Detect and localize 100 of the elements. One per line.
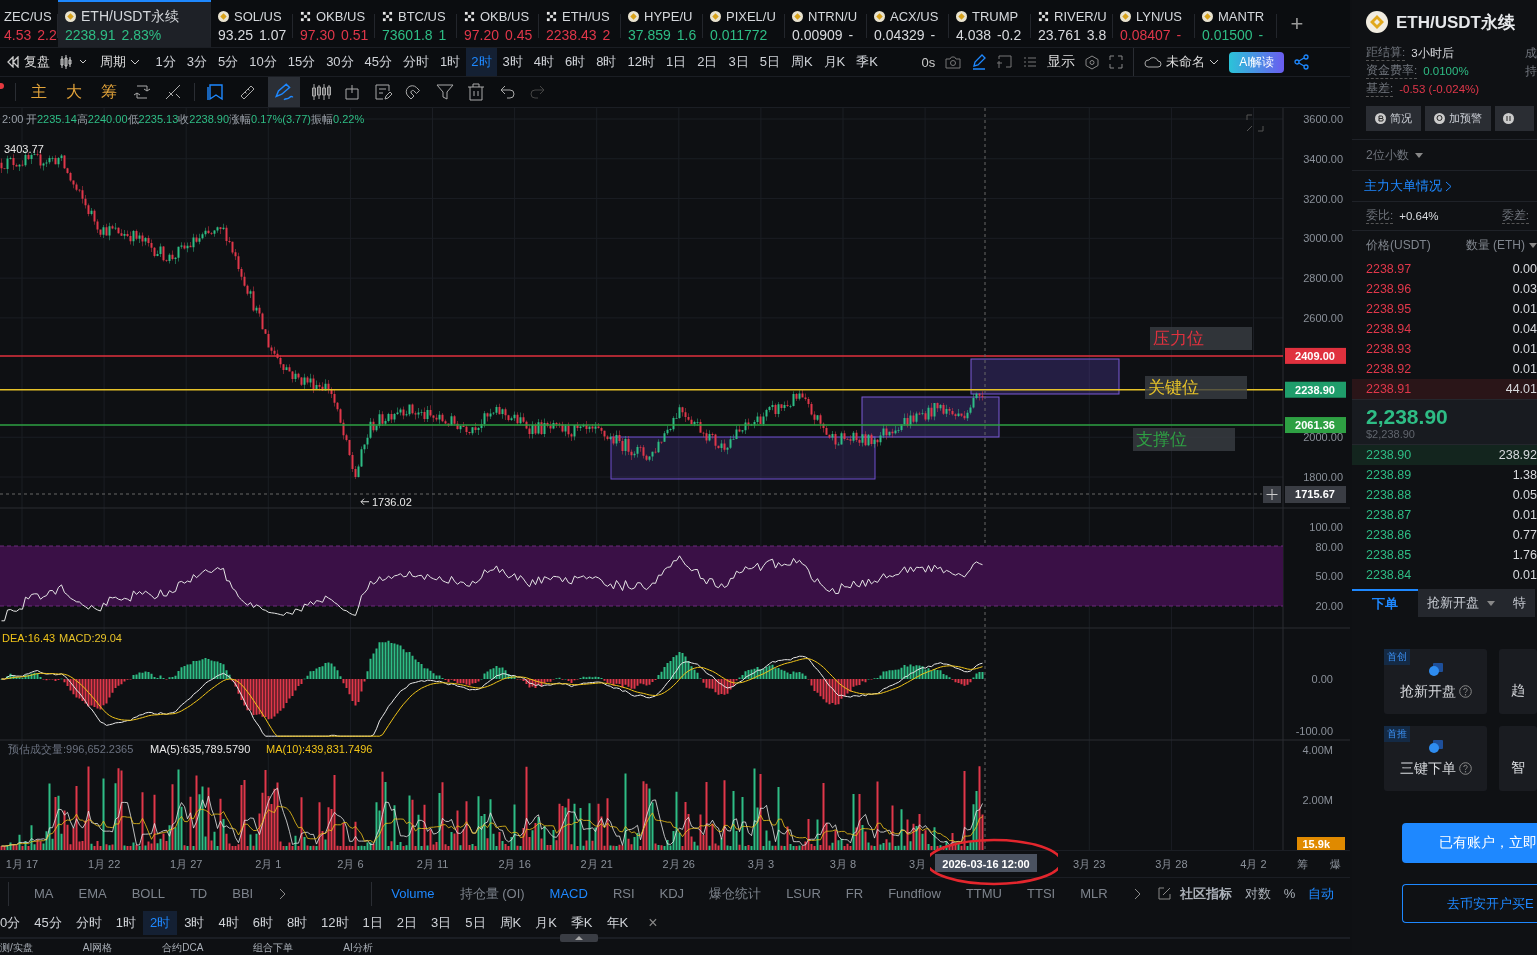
period-tab[interactable]: 3时 bbox=[177, 911, 212, 935]
collapse-handle-icon[interactable] bbox=[560, 934, 598, 942]
main-indicator-tab[interactable]: BBI bbox=[232, 886, 254, 901]
sub-indicator-tab[interactable]: MACD bbox=[549, 886, 588, 901]
feature-card[interactable]: 首推 三键下单 bbox=[1384, 726, 1488, 791]
period-tab[interactable]: 分时 bbox=[68, 911, 109, 935]
period-tab[interactable]: 分时 bbox=[397, 48, 435, 76]
market-tab[interactable]: SOL/US 93.25 1.07 bbox=[211, 0, 293, 47]
sub-indicator-tab[interactable]: TTMU bbox=[965, 886, 1002, 901]
replay-button[interactable]: 复盘 bbox=[6, 53, 50, 71]
chevron-right-icon[interactable] bbox=[1132, 887, 1141, 900]
market-tab[interactable]: ETH/US 2238.43 2 bbox=[539, 0, 621, 47]
decimals-dropdown[interactable]: 2位小数 bbox=[1366, 146, 1409, 164]
sub-indicator-tab[interactable]: RSI bbox=[612, 886, 635, 901]
period-tab[interactable]: 0分 bbox=[0, 911, 28, 935]
period-tab[interactable]: 月K bbox=[818, 48, 851, 76]
market-tab[interactable]: TRUMP 4.038 -0.2 bbox=[949, 0, 1031, 47]
axis-toggle[interactable]: 爆 bbox=[1329, 858, 1341, 870]
period-tab[interactable]: 6时 bbox=[245, 911, 280, 935]
period-tab[interactable]: 年K bbox=[599, 911, 636, 935]
period-tab[interactable]: 3分 bbox=[181, 48, 213, 76]
period-tab[interactable]: 5分 bbox=[212, 48, 244, 76]
period-tab[interactable]: 2时 bbox=[465, 48, 498, 76]
caret-down-icon[interactable] bbox=[1529, 242, 1537, 248]
help-icon[interactable] bbox=[1458, 762, 1472, 775]
big-orders-link[interactable]: 主力大单情况 bbox=[1364, 177, 1442, 195]
market-tab[interactable]: RIVER/U 23.761 3.8 bbox=[1031, 0, 1113, 47]
indicator-toggle[interactable]: 筹 bbox=[97, 81, 121, 103]
market-tab[interactable]: PIXEL/U 0.011772 bbox=[703, 0, 785, 47]
scale-option[interactable]: % bbox=[1283, 886, 1296, 901]
chevron-right-icon[interactable] bbox=[278, 887, 287, 900]
draw-tool-button[interactable] bbox=[268, 77, 300, 107]
bottom-tab[interactable]: AI网格 bbox=[82, 942, 113, 954]
market-tab[interactable]: HYPE/U 37.859 1.6 bbox=[621, 0, 703, 47]
sub-indicator-tab[interactable]: MLR bbox=[1080, 886, 1108, 901]
info-button[interactable]: 加预警 bbox=[1425, 106, 1491, 131]
market-tab[interactable]: BTC/US 73601.8 1 bbox=[375, 0, 457, 47]
period-tab[interactable]: 3时 bbox=[497, 48, 529, 76]
scale-option[interactable]: 对数 bbox=[1244, 884, 1271, 903]
period-tab[interactable]: 3日 bbox=[722, 48, 755, 76]
market-tab[interactable]: OKB/US 97.20 0.45 bbox=[457, 0, 539, 47]
info-button[interactable]: 简况 bbox=[1366, 106, 1421, 131]
period-tab[interactable]: 月K bbox=[528, 911, 564, 935]
note-edit-icon[interactable] bbox=[373, 83, 393, 101]
period-tab[interactable]: 4时 bbox=[528, 48, 560, 76]
period-tab[interactable]: 45分 bbox=[27, 911, 69, 935]
period-tab[interactable]: 45分 bbox=[359, 48, 398, 76]
period-tab[interactable]: 季K bbox=[850, 48, 884, 76]
period-tab[interactable]: 1分 bbox=[150, 48, 182, 76]
sub-indicator-tab[interactable]: 持仓量 (OI) bbox=[459, 884, 525, 903]
scale-option[interactable]: 自动 bbox=[1308, 884, 1335, 903]
period-tab[interactable]: 6时 bbox=[559, 48, 591, 76]
period-tab[interactable]: 1时 bbox=[108, 911, 143, 935]
feature-card[interactable]: 首创 抢新开盘 bbox=[1384, 649, 1488, 714]
axis-toggle[interactable]: 筹 bbox=[1296, 858, 1308, 870]
caret-down-icon[interactable] bbox=[1414, 152, 1423, 158]
period-tab[interactable]: 5日 bbox=[754, 48, 786, 76]
chevron-right-icon[interactable] bbox=[1445, 180, 1452, 192]
feature-card[interactable]: 智 bbox=[1499, 726, 1537, 791]
market-tab[interactable]: ETH/USDT永续 2238.91 2.83% bbox=[58, 0, 211, 47]
period-menu-button[interactable]: 周期 bbox=[100, 53, 140, 71]
period-tab[interactable]: 周K bbox=[492, 911, 529, 935]
market-tab[interactable]: ZEC/US 4.53 2.2 bbox=[0, 0, 58, 47]
filter-icon[interactable] bbox=[435, 83, 455, 101]
close-button[interactable]: × bbox=[641, 911, 665, 935]
trash-icon[interactable] bbox=[466, 83, 486, 101]
market-tab[interactable]: NTRN/U 0.00909 - bbox=[785, 0, 867, 47]
bookmark-icon[interactable] bbox=[206, 83, 226, 101]
sub-indicator-tab[interactable]: LSUR bbox=[786, 886, 821, 901]
period-tab[interactable]: 8时 bbox=[279, 911, 315, 935]
period-tab[interactable]: 4时 bbox=[211, 911, 246, 935]
period-tab[interactable]: 2日 bbox=[389, 911, 425, 935]
market-tab[interactable]: OKB/US 97.30 0.51 bbox=[293, 0, 375, 47]
bottom-tab[interactable]: 测/实盘 bbox=[0, 942, 33, 954]
period-tab[interactable]: 10分 bbox=[243, 48, 283, 76]
main-indicator-tab[interactable]: MA bbox=[34, 886, 54, 901]
add-tab-button[interactable]: + bbox=[1277, 0, 1317, 47]
community-indicators-button[interactable]: 社区指标 bbox=[1179, 884, 1232, 903]
settings-icon[interactable] bbox=[1085, 54, 1100, 70]
open-account-button[interactable]: 去币安开户买E bbox=[1402, 884, 1537, 923]
add-frame-icon[interactable] bbox=[997, 54, 1014, 70]
market-tab[interactable]: LYN/US 0.08407 - bbox=[1113, 0, 1195, 47]
sub-indicator-tab[interactable]: Volume bbox=[391, 886, 435, 901]
edit-icon[interactable] bbox=[1157, 887, 1171, 900]
share-icon[interactable] bbox=[1294, 54, 1311, 70]
period-tab[interactable]: 1日 bbox=[355, 911, 390, 935]
order-tab[interactable]: 特 bbox=[1504, 589, 1535, 617]
sync-icon[interactable] bbox=[132, 83, 152, 101]
period-tab[interactable]: 季K bbox=[563, 911, 600, 935]
button-background[interactable] bbox=[1495, 106, 1534, 131]
period-tab[interactable]: 15分 bbox=[282, 48, 321, 76]
sub-indicator-tab[interactable]: TTSI bbox=[1027, 886, 1056, 901]
market-tab[interactable]: ACX/US 0.04329 - bbox=[867, 0, 949, 47]
sub-indicator-tab[interactable]: FR bbox=[845, 886, 864, 901]
help-icon[interactable] bbox=[1458, 685, 1472, 698]
market-tab[interactable]: MANTR 0.01500 - bbox=[1195, 0, 1277, 47]
indicator-toggle[interactable]: 主 bbox=[27, 81, 51, 103]
main-indicator-tab[interactable]: EMA bbox=[78, 886, 107, 901]
period-tab[interactable]: 周K bbox=[785, 48, 819, 76]
add-line-button[interactable] bbox=[1263, 486, 1281, 503]
